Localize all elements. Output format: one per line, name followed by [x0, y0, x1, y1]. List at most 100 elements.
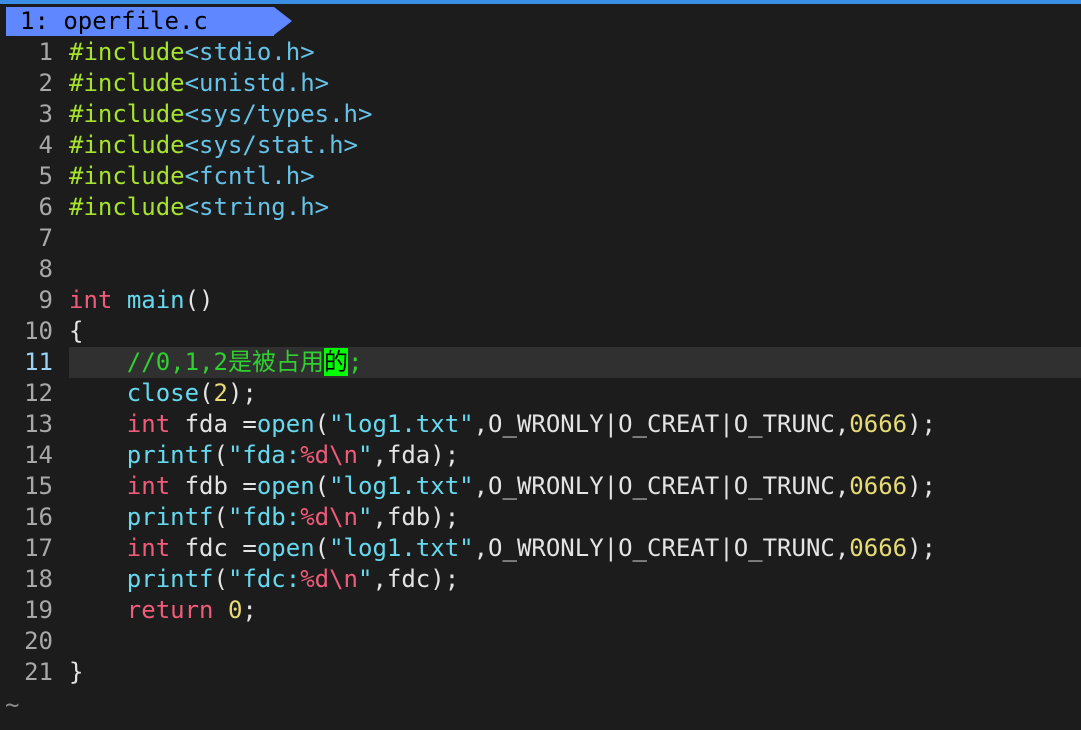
line-number: 3	[38, 100, 53, 128]
code-token: (	[213, 441, 228, 469]
code-line[interactable]: 4 #include<sys/stat.h>	[0, 130, 1081, 161]
code-token: 的	[323, 348, 348, 376]
code-text[interactable]: #include<string.h>	[69, 192, 1081, 223]
code-token: main	[126, 286, 185, 314]
code-line[interactable]: 18 printf("fdc:%d\n",fdc);	[0, 564, 1081, 595]
code-token: 2	[213, 379, 228, 407]
code-line[interactable]: 20	[0, 626, 1081, 657]
code-token: (	[213, 565, 228, 593]
code-text[interactable]	[69, 254, 1081, 285]
code-text[interactable]	[69, 223, 1081, 254]
code-text[interactable]: {	[69, 316, 1081, 347]
code-text[interactable]: //0,1,2是被占用的;	[69, 347, 1081, 378]
code-line[interactable]: 13 int fda =open("log1.txt",O_WRONLY|O_C…	[0, 409, 1081, 440]
code-line[interactable]: 2 #include<unistd.h>	[0, 68, 1081, 99]
code-token: printf	[126, 503, 214, 531]
code-token: "fdb:	[227, 503, 301, 531]
code-token: (	[314, 410, 330, 438]
code-text[interactable]: #include<sys/stat.h>	[69, 130, 1081, 161]
code-token: #include	[69, 131, 185, 159]
code-token: );	[907, 534, 936, 562]
code-line[interactable]: 19 return 0;	[0, 595, 1081, 626]
code-token: <sys/types.h>	[184, 100, 373, 128]
code-token: );	[907, 472, 936, 500]
code-token: (	[314, 534, 330, 562]
tab-operfile[interactable]: 1: operfile.c	[6, 7, 274, 36]
code-line[interactable]: 17 int fdc =open("log1.txt",O_WRONLY|O_C…	[0, 533, 1081, 564]
code-text[interactable]	[69, 626, 1081, 657]
code-token: "	[358, 503, 373, 531]
line-number: 14	[24, 441, 53, 469]
code-token: 0666	[849, 534, 908, 562]
tabline: 1: operfile.c	[0, 4, 1081, 37]
code-text[interactable]: int fda =open("log1.txt",O_WRONLY|O_CREA…	[69, 409, 1081, 440]
line-number: 1	[38, 38, 53, 66]
code-token: <unistd.h>	[184, 69, 330, 97]
code-text[interactable]: #include<stdio.h>	[69, 37, 1081, 68]
line-number: 2	[38, 69, 53, 97]
code-token: int	[69, 286, 113, 314]
line-number: 4	[38, 131, 53, 159]
code-token: open	[256, 472, 315, 500]
code-text[interactable]: close(2);	[69, 378, 1081, 409]
code-token: "log1.txt"	[329, 410, 474, 438]
code-text[interactable]: return 0;	[69, 595, 1081, 626]
line-number: 21	[24, 658, 53, 686]
code-line[interactable]: 6 #include<string.h>	[0, 192, 1081, 223]
code-text[interactable]: }	[69, 657, 1081, 688]
line-number: 10	[24, 317, 53, 345]
code-token: ,fdc);	[372, 565, 460, 593]
code-line[interactable]: 21}	[0, 657, 1081, 688]
code-token: ;	[347, 348, 363, 376]
line-number: 5	[38, 162, 53, 190]
code-line[interactable]: 9 int main()	[0, 285, 1081, 316]
code-text[interactable]: #include<sys/types.h>	[69, 99, 1081, 130]
code-text[interactable]: int fdc =open("log1.txt",O_WRONLY|O_CREA…	[69, 533, 1081, 564]
code-text[interactable]: printf("fda:%d\n",fda);	[69, 440, 1081, 471]
code-line[interactable]: 12 close(2);	[0, 378, 1081, 409]
code-text[interactable]: int fdb =open("log1.txt",O_WRONLY|O_CREA…	[69, 471, 1081, 502]
code-text[interactable]: printf("fdc:%d\n",fdc);	[69, 564, 1081, 595]
code-text[interactable]: int main()	[69, 285, 1081, 316]
code-token: 0	[227, 596, 243, 624]
line-number: 9	[38, 286, 53, 314]
line-number: 13	[24, 410, 53, 438]
code-token: 0666	[849, 472, 908, 500]
line-number: 20	[24, 627, 53, 655]
line-number: 18	[24, 565, 53, 593]
tab-arrow-icon	[274, 7, 292, 35]
code-line[interactable]: 15 int fdb =open("log1.txt",O_WRONLY|O_C…	[0, 471, 1081, 502]
code-text[interactable]: #include<unistd.h>	[69, 68, 1081, 99]
code-line[interactable]: 3 #include<sys/types.h>	[0, 99, 1081, 130]
code-text[interactable]: #include<fcntl.h>	[69, 161, 1081, 192]
code-token: int	[126, 472, 171, 500]
code-line[interactable]: 7	[0, 223, 1081, 254]
line-number: 8	[38, 255, 53, 283]
code-token: ()	[184, 286, 214, 314]
code-token: return	[126, 596, 214, 624]
code-line[interactable]: 8	[0, 254, 1081, 285]
code-token: fdb =	[170, 472, 257, 500]
editor-buffer[interactable]: 1 #include<stdio.h> 2 #include<unistd.h> 3 #i…	[0, 37, 1081, 688]
code-line[interactable]: 16 printf("fdb:%d\n",fdb);	[0, 502, 1081, 533]
code-token: fda =	[170, 410, 257, 438]
code-text[interactable]: printf("fdb:%d\n",fdb);	[69, 502, 1081, 533]
code-token: ,fdb);	[372, 503, 460, 531]
code-line[interactable]: 10 {	[0, 316, 1081, 347]
code-token: ;	[242, 596, 257, 624]
code-token: <stdio.h>	[184, 38, 315, 66]
line-number: 15	[24, 472, 53, 500]
code-line[interactable]: 5 #include<fcntl.h>	[0, 161, 1081, 192]
code-line-current[interactable]: 11 //0,1,2是被占用的;	[0, 347, 1081, 378]
code-line[interactable]: 1 #include<stdio.h>	[0, 37, 1081, 68]
code-token: printf	[126, 441, 214, 469]
code-line[interactable]: 14 printf("fda:%d\n",fda);	[0, 440, 1081, 471]
